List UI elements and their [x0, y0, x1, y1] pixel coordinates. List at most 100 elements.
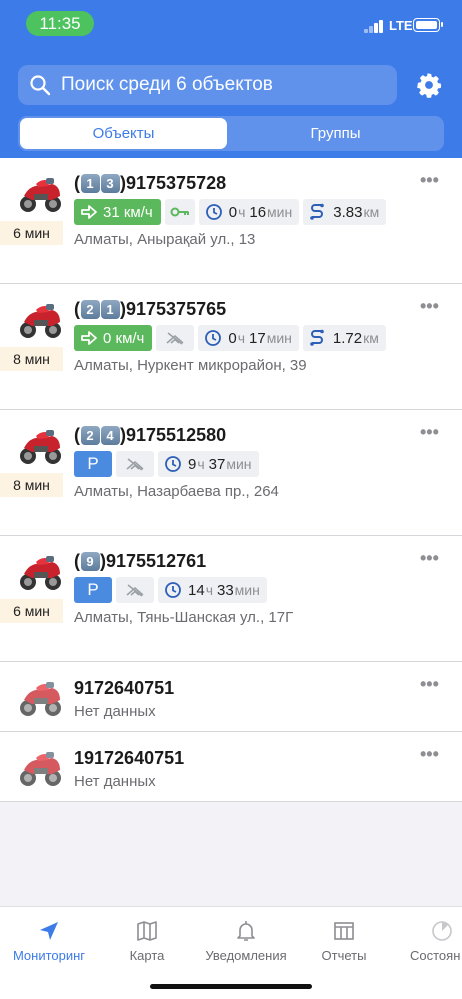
group-badge: 1 [100, 300, 120, 319]
unit-status: Нет данных [74, 773, 156, 790]
group-badge: 2 [80, 300, 100, 319]
unit-row[interactable]: 6 мин ( 9 ) 9175512761 ••• P 14 ч 33 мин А… [0, 536, 462, 662]
route-icon [310, 203, 325, 220]
signal-icon [364, 19, 386, 33]
group-badge: 3 [100, 174, 120, 193]
home-indicator [150, 984, 312, 989]
route-icon [310, 329, 324, 346]
parking-chip: P [74, 577, 112, 603]
search-icon [30, 75, 51, 96]
unit-address: Алматы, Тянь-Шанская ул., 17Г [74, 609, 294, 626]
ignition-chip [116, 577, 154, 603]
group-badge: 4 [100, 426, 120, 445]
tab-notifications[interactable]: Уведомления [198, 913, 294, 963]
no-signal-icon [126, 584, 144, 597]
tab-reports[interactable]: Отчеты [304, 913, 384, 963]
tab-status[interactable]: Состоян [402, 913, 462, 963]
no-signal-icon [126, 458, 144, 471]
unit-row[interactable]: 8 мин ( 2 4 ) 9175512580 ••• P 9ч 37мин [0, 410, 462, 536]
last-update-badge: 8 мин [0, 347, 63, 371]
duration-chip: 14 ч 33 мин [158, 577, 267, 603]
more-options-icon[interactable]: ••• [420, 548, 439, 569]
unit-row[interactable]: 19172640751 ••• Нет данных [0, 732, 462, 802]
unit-id: 9172640751 [74, 678, 175, 698]
tab-objects[interactable]: Объекты [20, 118, 227, 149]
gear-icon[interactable] [416, 72, 442, 98]
search-input[interactable]: Поиск среди 6 объектов [18, 65, 397, 105]
status-chips: 31 км/ч 0ч 16 мин 3.83 км [74, 199, 387, 225]
duration-chip: 9ч 37 мин [158, 451, 259, 477]
unit-title: ( 2 1 ) 9175375765 [74, 299, 227, 319]
clock-icon [205, 204, 222, 220]
status-chips: 0 км/ч 0ч 17 мин 1.72 км [74, 325, 386, 351]
unit-row[interactable]: 6 мин ( 1 3 ) 9175375728 ••• 31 км/ч 0 ч… [0, 158, 462, 284]
last-update-badge: 6 мин [0, 221, 63, 245]
report-table-icon [334, 922, 354, 940]
bell-icon [237, 921, 255, 941]
distance-chip: 1.72 км [302, 325, 386, 351]
status-bar: 11:35 LTE [0, 0, 462, 48]
unit-list: 6 мин ( 1 3 ) 9175375728 ••• 31 км/ч 0 ч… [0, 158, 462, 802]
more-options-icon[interactable]: ••• [420, 296, 439, 317]
map-icon [137, 921, 157, 941]
arrow-right-icon [81, 205, 97, 219]
header: 11:35 LTE Поиск среди 6 объектов Объекты… [0, 0, 462, 158]
search-placeholder: Поиск среди 6 объектов [61, 74, 273, 95]
clock-icon [165, 456, 181, 472]
battery-icon [413, 18, 443, 32]
status-time: 11:35 [26, 11, 94, 36]
more-options-icon[interactable]: ••• [420, 674, 439, 695]
unit-status: Нет данных [74, 703, 156, 720]
status-chips: P 9ч 37 мин [74, 451, 259, 477]
unit-id: 9175375728 [126, 173, 227, 193]
group-badge: 1 [80, 174, 100, 193]
speed-value: 0 км/ч [103, 329, 145, 347]
app-root: 11:35 LTE Поиск среди 6 объектов Объекты… [0, 0, 462, 999]
more-options-icon[interactable]: ••• [420, 744, 439, 765]
tab-groups[interactable]: Группы [229, 118, 442, 149]
tab-monitoring[interactable]: Мониторинг [6, 913, 92, 963]
ignition-chip [164, 199, 195, 225]
duration-chip: 0ч 16 мин [198, 199, 300, 225]
network-type: LTE [389, 18, 413, 33]
unit-address: Алматы, Нуркент микрорайон, 39 [74, 357, 307, 374]
tab-map[interactable]: Карта [108, 913, 186, 963]
more-options-icon[interactable]: ••• [420, 170, 439, 191]
motorcycle-icon [20, 682, 61, 716]
clock-icon [205, 330, 222, 346]
unit-title: 9172640751 [74, 678, 174, 699]
pie-chart-icon [432, 921, 452, 941]
unit-address: Алматы, Назарбаева пр., 264 [74, 483, 279, 500]
motorcycle-icon [20, 178, 61, 212]
unit-id: 19172640751 [74, 748, 185, 768]
status-chips: P 14 ч 33 мин [74, 577, 267, 603]
unit-row[interactable]: 9172640751 ••• Нет данных [0, 662, 462, 732]
unit-id: 9175375765 [126, 299, 227, 319]
clock-icon [165, 582, 181, 598]
ignition-chip [116, 451, 154, 477]
unit-id: 9175512580 [126, 425, 227, 445]
more-options-icon[interactable]: ••• [420, 422, 439, 443]
arrow-right-icon [81, 331, 97, 345]
speed-value: 31 км/ч [103, 203, 153, 221]
unit-row[interactable]: 8 мин ( 2 1 ) 9175375765 ••• 0 км/ч 0 ч … [0, 284, 462, 410]
no-signal-icon [166, 332, 184, 345]
group-badge: 9 [80, 552, 100, 571]
unit-title: ( 9 ) 9175512761 [74, 551, 207, 571]
unit-address: Алматы, Анырақай ул., 13 [74, 231, 256, 248]
key-icon [170, 207, 189, 217]
segmented-control: Объекты Группы [18, 116, 444, 151]
navigation-arrow-icon [40, 922, 58, 940]
duration-chip: 0ч 17 мин [198, 325, 299, 351]
motorcycle-icon [20, 430, 61, 464]
motorcycle-icon [20, 556, 61, 590]
speed-chip: 0 км/ч [74, 325, 153, 351]
distance-chip: 3.83 км [303, 199, 387, 225]
parking-chip: P [74, 451, 112, 477]
unit-title: ( 2 4 ) 9175512580 [74, 425, 227, 445]
last-update-badge: 8 мин [0, 473, 63, 497]
speed-chip: 31 км/ч [74, 199, 161, 225]
ignition-chip [156, 325, 195, 351]
motorcycle-icon [20, 304, 61, 338]
unit-id: 9175512761 [106, 551, 207, 571]
